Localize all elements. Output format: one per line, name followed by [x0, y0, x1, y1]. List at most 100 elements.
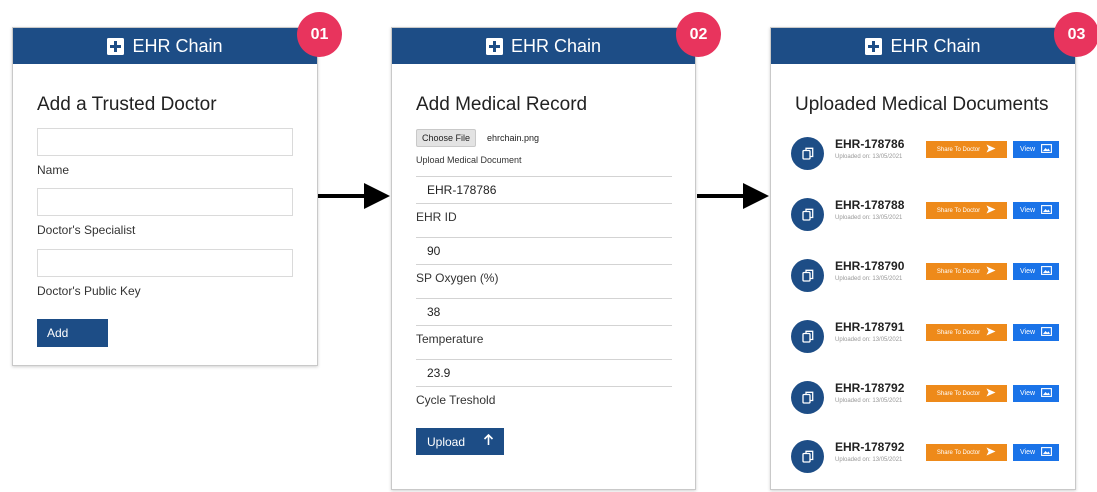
- doctor-specialist-label: Doctor's Specialist: [37, 223, 136, 237]
- ehr-id-label: EHR ID: [416, 210, 457, 224]
- step-badge: 02: [676, 12, 721, 57]
- app-title: EHR Chain: [890, 35, 981, 56]
- share-button-label: Share To Doctor: [936, 268, 981, 275]
- send-icon: [986, 266, 996, 277]
- view-button[interactable]: View: [1013, 263, 1059, 280]
- document-date: Uploaded on: 13/05/2021: [835, 276, 903, 282]
- view-button-label: View: [1019, 329, 1036, 336]
- document-date: Uploaded on: 13/05/2021: [835, 457, 903, 463]
- image-icon: [1041, 144, 1052, 155]
- app-title: EHR Chain: [132, 35, 223, 56]
- view-button[interactable]: View: [1013, 141, 1059, 158]
- page-title: Add Medical Record: [416, 94, 588, 115]
- document-row: EHR-178790 Uploaded on: 13/05/2021 Share…: [791, 256, 1061, 296]
- plus-box-icon: [485, 37, 503, 55]
- name-input[interactable]: [37, 128, 293, 156]
- upload-button[interactable]: Upload: [416, 428, 504, 455]
- share-button-label: Share To Doctor: [936, 146, 981, 153]
- document-date: Uploaded on: 13/05/2021: [835, 398, 903, 404]
- step-badge: 01: [297, 12, 342, 57]
- share-to-doctor-button[interactable]: Share To Doctor: [926, 324, 1007, 341]
- upload-document-label: Upload Medical Document: [416, 155, 522, 165]
- document-row: EHR-178792 Uploaded on: 13/05/2021 Share…: [791, 437, 1061, 477]
- app-header: EHR Chain: [13, 28, 317, 64]
- doctor-public-key-label: Doctor's Public Key: [37, 284, 141, 298]
- document-copy-icon: [791, 320, 824, 353]
- add-trusted-doctor-panel: EHR Chain Add a Trusted Doctor Name Doct…: [12, 27, 318, 366]
- view-button-label: View: [1019, 146, 1036, 153]
- document-copy-icon: [791, 137, 824, 170]
- selected-file-name: ehrchain.png: [487, 133, 540, 143]
- document-row: EHR-178788 Uploaded on: 13/05/2021 Share…: [791, 195, 1061, 235]
- send-icon: [986, 388, 996, 399]
- temperature-label: Temperature: [416, 332, 484, 346]
- share-to-doctor-button[interactable]: Share To Doctor: [926, 263, 1007, 280]
- document-row: EHR-178792 Uploaded on: 13/05/2021 Share…: [791, 378, 1061, 418]
- share-to-doctor-button[interactable]: Share To Doctor: [926, 444, 1007, 461]
- add-medical-record-panel: EHR Chain Add Medical Record Choose File…: [391, 27, 696, 490]
- image-icon: [1041, 266, 1052, 277]
- document-row: EHR-178786 Uploaded on: 13/05/2021 Share…: [791, 134, 1061, 174]
- sp-oxygen-label: SP Oxygen (%): [416, 271, 499, 285]
- document-id: EHR-178786: [835, 137, 905, 151]
- image-icon: [1041, 327, 1052, 338]
- document-id: EHR-178792: [835, 440, 905, 454]
- image-icon: [1041, 205, 1052, 216]
- name-label: Name: [37, 163, 70, 177]
- view-button-label: View: [1019, 207, 1036, 214]
- step-badge: 03: [1054, 12, 1097, 57]
- document-row: EHR-178791 Uploaded on: 13/05/2021 Share…: [791, 317, 1061, 357]
- doctor-specialist-input[interactable]: [37, 188, 293, 216]
- document-copy-icon: [791, 259, 824, 292]
- send-icon: [986, 447, 996, 458]
- image-icon: [1041, 447, 1052, 458]
- document-id: EHR-178790: [835, 259, 905, 273]
- view-button-label: View: [1019, 390, 1036, 397]
- page-title: Uploaded Medical Documents: [795, 94, 1049, 115]
- share-to-doctor-button[interactable]: Share To Doctor: [926, 385, 1007, 402]
- ehr-id-input[interactable]: EHR-178786: [416, 176, 672, 204]
- document-date: Uploaded on: 13/05/2021: [835, 337, 903, 343]
- cycle-threshold-input[interactable]: 23.9: [416, 359, 672, 387]
- share-to-doctor-button[interactable]: Share To Doctor: [926, 202, 1007, 219]
- arrow-right-icon: [318, 181, 390, 216]
- page-title: Add a Trusted Doctor: [37, 94, 217, 115]
- document-date: Uploaded on: 13/05/2021: [835, 215, 903, 221]
- share-to-doctor-button[interactable]: Share To Doctor: [926, 141, 1007, 158]
- add-button[interactable]: Add: [37, 319, 108, 347]
- document-copy-icon: [791, 440, 824, 473]
- share-button-label: Share To Doctor: [936, 390, 981, 397]
- cycle-threshold-label: Cycle Treshold: [416, 393, 496, 407]
- send-icon: [986, 144, 996, 155]
- document-copy-icon: [791, 381, 824, 414]
- view-button[interactable]: View: [1013, 202, 1059, 219]
- view-button[interactable]: View: [1013, 444, 1059, 461]
- document-id: EHR-178791: [835, 320, 905, 334]
- doctor-public-key-input[interactable]: [37, 249, 293, 277]
- share-button-label: Share To Doctor: [936, 329, 981, 336]
- send-icon: [986, 205, 996, 216]
- app-title: EHR Chain: [510, 35, 602, 56]
- document-copy-icon: [791, 198, 824, 231]
- arrow-right-icon: [697, 181, 769, 216]
- send-icon: [986, 327, 996, 338]
- view-button[interactable]: View: [1013, 385, 1059, 402]
- arrow-up-icon: [483, 433, 494, 449]
- app-header: EHR Chain: [392, 28, 695, 64]
- image-icon: [1041, 388, 1052, 399]
- sp-oxygen-input[interactable]: 90: [416, 237, 672, 265]
- view-button-label: View: [1019, 449, 1036, 456]
- share-button-label: Share To Doctor: [936, 449, 981, 456]
- choose-file-button[interactable]: Choose File: [416, 129, 477, 147]
- view-button-label: View: [1019, 268, 1036, 275]
- plus-box-icon: [107, 37, 125, 55]
- app-header: EHR Chain: [771, 28, 1075, 64]
- upload-button-label: Upload: [427, 434, 466, 449]
- document-date: Uploaded on: 13/05/2021: [835, 154, 903, 160]
- document-id: EHR-178792: [835, 381, 905, 395]
- view-button[interactable]: View: [1013, 324, 1059, 341]
- uploaded-documents-panel: EHR Chain Uploaded Medical Documents EHR…: [770, 27, 1076, 490]
- temperature-input[interactable]: 38: [416, 298, 672, 326]
- plus-box-icon: [865, 37, 883, 55]
- document-id: EHR-178788: [835, 198, 905, 212]
